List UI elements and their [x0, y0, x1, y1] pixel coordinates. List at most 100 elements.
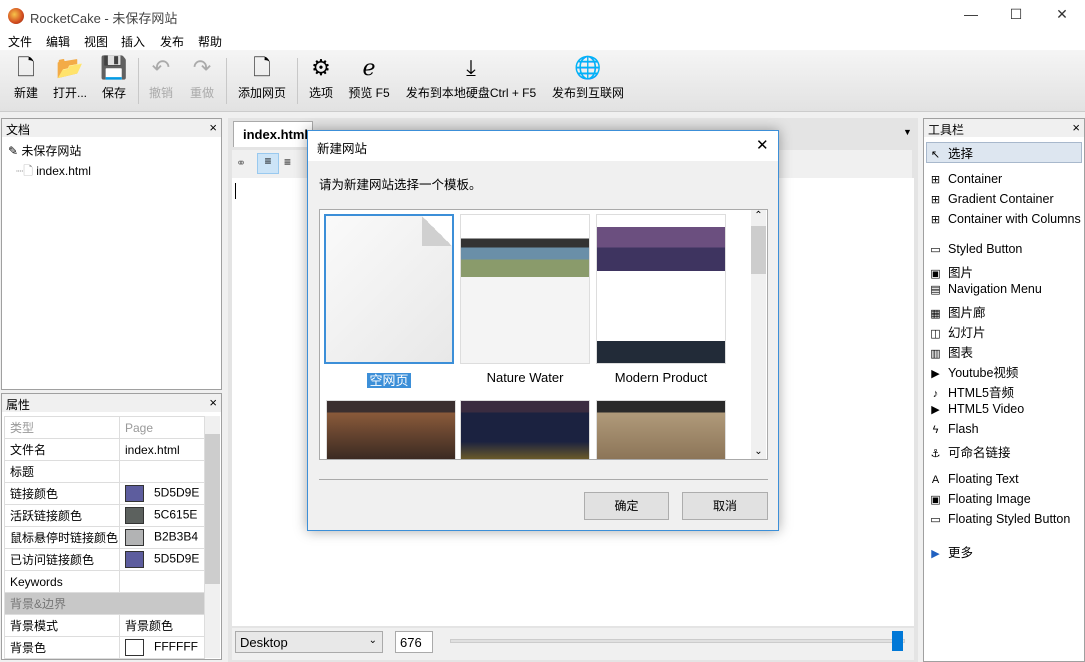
toolbox-item[interactable]: ⊞ Gradient Container	[929, 192, 1054, 206]
properties-close-button[interactable]: ×	[209, 395, 217, 410]
toolbox-item[interactable]: ϟ Flash	[929, 422, 979, 436]
color-swatch[interactable]	[125, 529, 144, 546]
template-label-modern-product[interactable]: Modern Product	[596, 370, 726, 385]
template-thumb-modern-product[interactable]	[596, 214, 726, 364]
toolbox-item[interactable]: ♪ HTML5音频	[929, 382, 1014, 401]
template-thumb-nature-water[interactable]	[460, 214, 590, 364]
toolbox-item[interactable]: ◫ 幻灯片	[929, 322, 985, 341]
menu-publish[interactable]: 发布	[160, 33, 184, 50]
menu-help[interactable]: 帮助	[198, 33, 222, 50]
properties-scrollbar[interactable]	[205, 416, 220, 658]
redo-button[interactable]: ↷ 重做	[187, 50, 217, 112]
menu-edit[interactable]: 编辑	[46, 33, 70, 50]
property-row[interactable]: 文件名 index.html	[4, 438, 206, 461]
link-icon[interactable]: ⚭	[236, 156, 246, 170]
toolbox-item[interactable]: ▣ 图片	[929, 262, 973, 281]
tree-item-site[interactable]: ✎ 未保存网站	[8, 142, 81, 159]
toolbox-item[interactable]: ⊞ Container with Columns	[929, 212, 1081, 226]
property-value[interactable]	[118, 570, 206, 593]
toolbox-item[interactable]: ▤ Navigation Menu	[929, 282, 1042, 296]
minimize-button[interactable]: —	[956, 6, 986, 22]
publish-internet-button[interactable]: 🌐 发布到互联网	[551, 50, 625, 112]
toolbox-item[interactable]: ▣ Floating Image	[929, 492, 1030, 506]
dialog-title: 新建网站	[317, 142, 368, 156]
template-label-blank[interactable]: 空网页	[324, 370, 454, 389]
publish-local-button[interactable]: ⤓ 发布到本地硬盘Ctrl + F5	[403, 50, 539, 112]
toolbox-item[interactable]: ↖ 选择	[926, 142, 1082, 163]
documents-close-button[interactable]: ×	[209, 120, 217, 135]
toolbox-close-button[interactable]: ×	[1072, 120, 1080, 135]
align-left-icon[interactable]: ≡	[257, 153, 279, 174]
add-page-button[interactable]: 🗋 添加网页	[236, 50, 288, 112]
close-window-button[interactable]: ✕	[1047, 6, 1077, 23]
property-row[interactable]: 类型 Page	[4, 416, 206, 439]
ok-button[interactable]: 确定	[584, 492, 669, 520]
toolbox-item[interactable]: ▭ Styled Button	[929, 242, 1022, 256]
template-list-scrollbar[interactable]: ⌃ ⌄	[751, 210, 766, 459]
template-thumb-hotel[interactable]	[596, 400, 726, 459]
align-center-icon[interactable]: ≡	[284, 155, 291, 169]
property-value[interactable]: index.html	[118, 438, 206, 461]
template-thumb-blank[interactable]	[324, 214, 454, 364]
template-thumb-business[interactable]	[460, 400, 590, 459]
property-value[interactable]: Page	[118, 416, 206, 439]
save-button[interactable]: 💾 保存	[98, 50, 130, 112]
toolbox-item[interactable]: A Floating Text	[929, 472, 1019, 486]
toolbox-item[interactable]: ▭ Floating Styled Button	[929, 512, 1070, 526]
scroll-down-icon[interactable]: ⌄	[751, 446, 766, 457]
toolbox-item[interactable]: ▶ HTML5 Video	[929, 402, 1024, 416]
property-key: 背景色	[4, 636, 120, 659]
color-swatch[interactable]	[125, 639, 144, 656]
options-button[interactable]: ⚙ 选项	[306, 50, 336, 112]
property-row[interactable]: 已访问链接颜色 5D5D9E	[4, 548, 206, 571]
width-input[interactable]: 676	[395, 631, 433, 653]
width-slider-thumb[interactable]	[892, 631, 904, 651]
property-value[interactable]: 5C615E	[118, 504, 206, 527]
property-value[interactable]	[118, 460, 206, 483]
dialog-close-button[interactable]: ✕	[756, 136, 769, 154]
view-mode-select[interactable]: Desktop ⌄	[235, 631, 383, 653]
property-row[interactable]: 活跃链接颜色 5C615E	[4, 504, 206, 527]
property-value[interactable]: FFFFFF	[118, 636, 206, 659]
preview-button[interactable]: ℯ 预览 F5	[346, 50, 392, 112]
new-button[interactable]: 🗋 新建	[8, 50, 44, 112]
toolbox-item[interactable]: ▶ Youtube视频	[929, 362, 1018, 381]
property-value[interactable]: 背景颜色	[118, 614, 206, 637]
property-row[interactable]: Keywords	[4, 570, 206, 593]
dialog-instruction: 请为新建网站选择一个模板。	[319, 178, 482, 192]
scroll-up-icon[interactable]: ⌃	[751, 210, 766, 226]
property-value[interactable]: 5D5D9E	[118, 548, 206, 571]
property-row[interactable]: 链接颜色 5D5D9E	[4, 482, 206, 505]
undo-button[interactable]: ↶ 撤销	[146, 50, 176, 112]
menu-insert[interactable]: 插入	[121, 33, 145, 50]
toolbox-item[interactable]: ⊞ Container	[929, 172, 1002, 186]
template-thumb-restaurant[interactable]	[326, 400, 456, 459]
width-slider[interactable]	[450, 639, 905, 643]
property-row[interactable]: 标题	[4, 460, 206, 483]
property-value[interactable]: B2B3B4	[118, 526, 206, 549]
tab-list-dropdown-icon[interactable]: ▼	[903, 127, 912, 137]
toolbox-item-icon: ▶	[931, 368, 940, 380]
toolbox-item[interactable]: ⚓ 可命名链接	[929, 442, 1011, 461]
toolbox-item-icon: ⊞	[930, 174, 941, 186]
maximize-button[interactable]: ☐	[1001, 6, 1031, 23]
template-list[interactable]: 空网页 Nature Water Modern Product ⌃ ⌄	[319, 209, 768, 460]
property-value[interactable]: 5D5D9E	[118, 482, 206, 505]
color-swatch[interactable]	[125, 507, 144, 524]
tree-item-file[interactable]: ┈🗋 index.html	[16, 162, 91, 183]
toolbox-item[interactable]: ▶ 更多	[929, 542, 973, 561]
open-button[interactable]: 📂 打开...	[50, 50, 90, 112]
color-swatch[interactable]	[125, 485, 144, 502]
property-key: 类型	[4, 416, 120, 439]
color-swatch[interactable]	[125, 551, 144, 568]
property-row[interactable]: 背景模式 背景颜色	[4, 614, 206, 637]
toolbox-item[interactable]: ▥ 图表	[929, 342, 973, 361]
cancel-button[interactable]: 取消	[682, 492, 768, 520]
tab-index-html[interactable]: index.html	[233, 121, 313, 147]
menu-view[interactable]: 视图	[84, 33, 108, 50]
property-row[interactable]: 背景色 FFFFFF	[4, 636, 206, 659]
toolbox-item[interactable]: ▦ 图片廊	[929, 302, 985, 321]
menu-file[interactable]: 文件	[8, 33, 32, 50]
template-label-nature-water[interactable]: Nature Water	[460, 370, 590, 385]
property-row[interactable]: 鼠标悬停时链接颜色 B2B3B4	[4, 526, 206, 549]
